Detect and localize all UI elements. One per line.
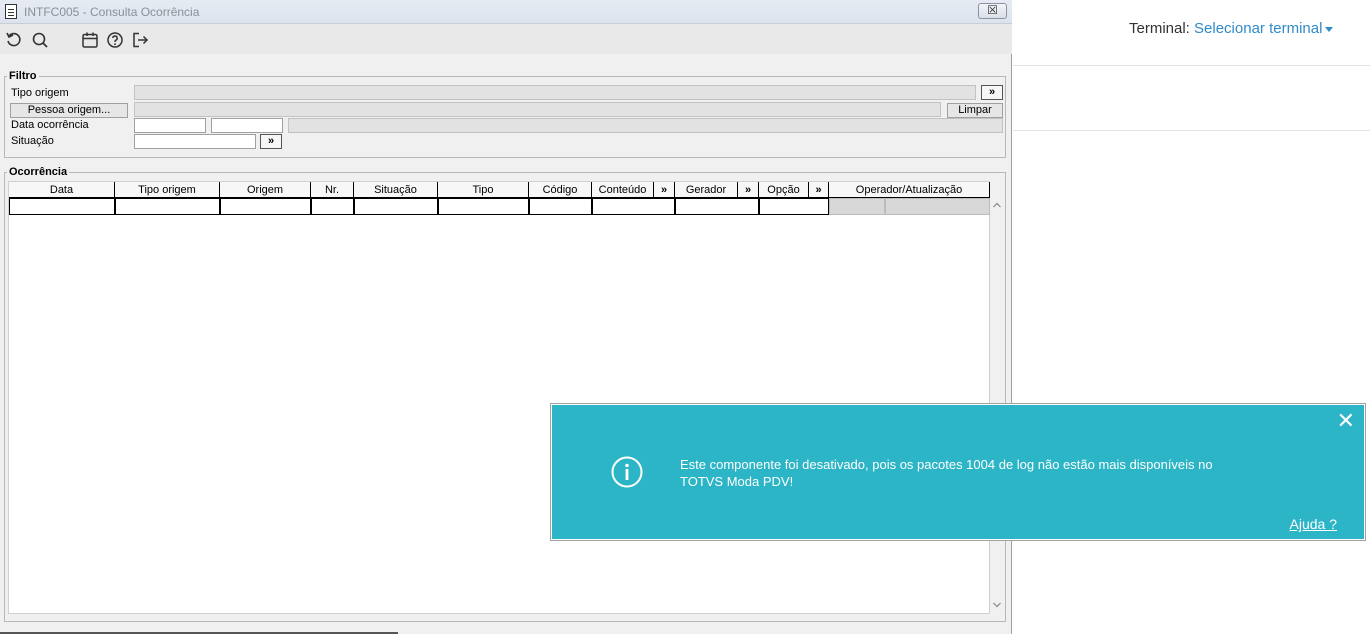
ocorrencia-legend: Ocorrência <box>9 166 68 178</box>
undo-icon[interactable] <box>5 31 23 49</box>
pessoa-origem-field[interactable] <box>134 102 941 117</box>
column-header-nr[interactable]: Nr. <box>311 182 354 198</box>
table-cell[interactable] <box>220 198 311 215</box>
window-title: INTFC005 - Consulta Ocorrência <box>24 5 200 19</box>
tipo-origem-label: Tipo origem <box>11 87 69 99</box>
column-header-origem[interactable]: Origem <box>220 182 311 198</box>
tipo-origem-field[interactable] <box>134 85 976 100</box>
table-cell[interactable] <box>759 198 829 215</box>
situacao-label: Situação <box>11 135 54 147</box>
data-ocorrencia-range-field <box>288 118 1003 133</box>
table-cell <box>885 198 990 215</box>
limpar-button[interactable]: Limpar <box>947 103 1003 118</box>
column-header-operador-atualizacao[interactable]: Operador/Atualização <box>829 182 990 198</box>
terminal-selector: Terminal: Selecionar terminal <box>1129 20 1334 37</box>
divider <box>1013 130 1370 131</box>
column-header-gerador[interactable]: Gerador <box>675 182 738 198</box>
column-header-tipo[interactable]: Tipo <box>438 182 529 198</box>
chevron-down-icon[interactable] <box>1325 26 1334 32</box>
close-icon[interactable]: ✕ <box>1337 410 1355 432</box>
column-expand-opcao-button[interactable]: » <box>809 182 829 198</box>
search-icon[interactable] <box>31 31 49 49</box>
column-header-situacao[interactable]: Situação <box>354 182 438 198</box>
column-header-opcao[interactable]: Opção <box>759 182 809 198</box>
table-cell <box>829 198 885 215</box>
table-cell[interactable] <box>115 198 220 215</box>
divider <box>1013 65 1370 66</box>
column-header-conteudo[interactable]: Conteúdo <box>592 182 654 198</box>
deactivated-component-notice: ✕ Este componente foi desativado, pois o… <box>550 403 1366 541</box>
pessoa-origem-button[interactable]: Pessoa origem... <box>10 103 128 118</box>
data-inicial-field[interactable] <box>134 118 206 133</box>
select-terminal-link[interactable]: Selecionar terminal <box>1194 20 1322 37</box>
exit-icon[interactable] <box>131 31 149 49</box>
table-cell[interactable] <box>529 198 592 215</box>
calendar-icon[interactable] <box>81 31 99 49</box>
close-button[interactable]: ☒ <box>978 3 1007 19</box>
table-cell[interactable] <box>438 198 529 215</box>
help-icon[interactable] <box>106 31 124 49</box>
tipo-origem-lookup-button[interactable]: » <box>981 85 1003 100</box>
data-final-field[interactable] <box>211 118 283 133</box>
window-titlebar: INTFC005 - Consulta Ocorrência ☒ <box>0 0 1012 24</box>
data-ocorrencia-label: Data ocorrência <box>11 119 89 131</box>
toolbar <box>0 24 1012 54</box>
column-header-data[interactable]: Data <box>9 182 115 198</box>
table-cell[interactable] <box>9 198 115 215</box>
ocorrencia-grid[interactable]: Data Tipo origem Origem Nr. Situação Tip… <box>8 181 990 614</box>
column-expand-conteudo-button[interactable]: » <box>654 182 675 198</box>
info-icon <box>611 456 643 488</box>
help-link[interactable]: Ajuda ? <box>1290 516 1337 532</box>
column-header-codigo[interactable]: Código <box>529 182 592 198</box>
column-header-tipo-origem[interactable]: Tipo origem <box>115 182 220 198</box>
table-cell[interactable] <box>354 198 438 215</box>
scroll-down-icon[interactable] <box>993 602 1001 608</box>
table-cell[interactable] <box>592 198 675 215</box>
document-icon <box>5 4 17 19</box>
situacao-field[interactable] <box>134 134 256 149</box>
scroll-up-icon[interactable] <box>993 202 1001 208</box>
column-expand-gerador-button[interactable]: » <box>738 182 759 198</box>
situacao-lookup-button[interactable]: » <box>260 134 282 149</box>
terminal-label: Terminal: <box>1129 20 1190 37</box>
table-cell[interactable] <box>311 198 354 215</box>
filtro-legend: Filtro <box>9 70 37 82</box>
table-cell[interactable] <box>675 198 759 215</box>
notice-message: Este componente foi desativado, pois os … <box>680 457 1213 489</box>
